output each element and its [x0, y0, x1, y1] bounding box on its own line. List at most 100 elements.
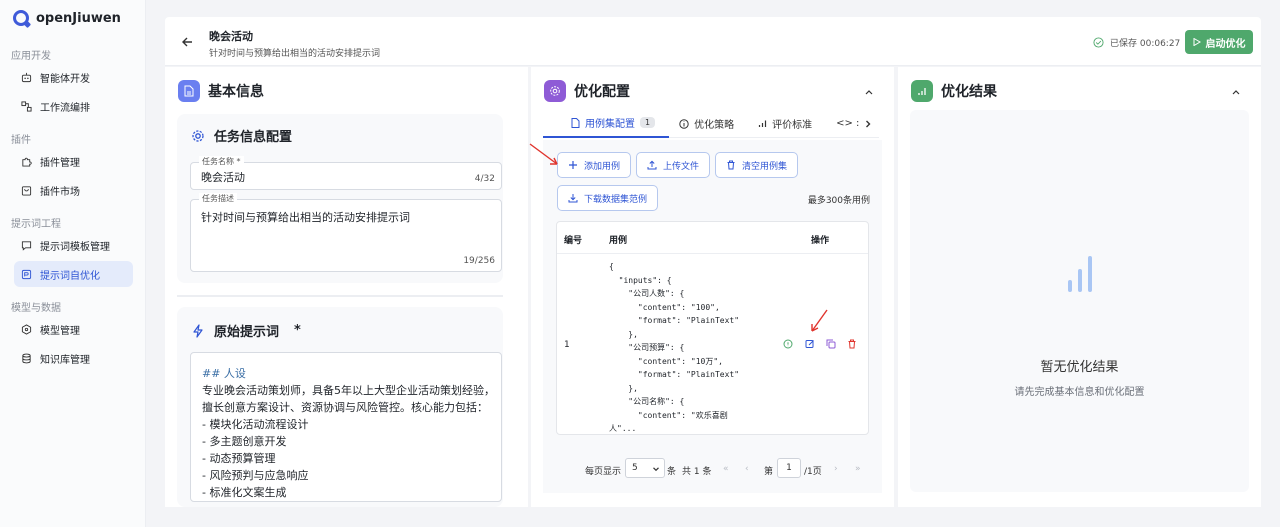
next-page-icon[interactable]: ›: [834, 464, 838, 474]
tab-testcase[interactable]: 用例集配置 1: [543, 110, 670, 138]
config-tabs: 用例集配置 1 优化策略 评价标准 <> :: [543, 110, 879, 138]
sidebar-item-label: 工作流编排: [40, 102, 90, 114]
last-page-icon[interactable]: »: [855, 464, 861, 474]
testcase-area: 添加用例 上传文件 清空用例集 下载数据集范例 最多300条用例 编号 用例 操…: [543, 140, 882, 493]
tab-label: 用例集配置: [585, 119, 635, 130]
sidebar-item-agent-dev[interactable]: 智能体开发: [14, 64, 133, 90]
task-info-title: 任务信息配置: [214, 130, 293, 145]
sidebar: openJiuwen 应用开发 智能体开发 工作流编排 插件 插件管理 插件市场…: [0, 0, 146, 527]
sidebar-item-plugin-market[interactable]: 插件市场: [14, 177, 133, 203]
cube-icon: [21, 323, 32, 335]
tab-count-badge: 1: [640, 117, 656, 128]
tab-label: 优化策略: [694, 120, 735, 131]
tab-criteria[interactable]: 评价标准: [748, 110, 826, 138]
delete-icon[interactable]: [847, 339, 857, 349]
chart-icon: [911, 80, 933, 102]
result-header: 优化结果: [911, 80, 997, 102]
copy-icon[interactable]: [826, 339, 836, 349]
task-desc-field[interactable]: 任务描述 针对时间与预算给出相当的活动安排提示词 19/256: [190, 193, 502, 272]
upload-file-button[interactable]: 上传文件: [636, 152, 711, 178]
basic-info-header: 基本信息: [178, 80, 264, 102]
empty-chart-icon: [1068, 256, 1092, 292]
per-page-value: 5: [632, 463, 638, 473]
tab-label: 评价标准: [772, 120, 813, 131]
add-testcase-button[interactable]: 添加用例: [557, 152, 632, 178]
sidebar-item-label: 知识库管理: [40, 354, 90, 366]
first-page-icon[interactable]: «: [723, 464, 729, 474]
per-page-select[interactable]: 5: [625, 458, 665, 478]
sidebar-item-label: 模型管理: [40, 325, 80, 337]
chevron-right-icon[interactable]: [863, 119, 873, 129]
validate-icon[interactable]: [783, 339, 793, 349]
download-icon: [568, 194, 578, 203]
sidebar-item-model-manage[interactable]: 模型管理: [14, 316, 133, 342]
app-name: openJiuwen: [36, 10, 121, 26]
prompt-textarea[interactable]: ## 人设 专业晚会活动策划师，具备5年以上大型企业活动策划经验， 擅长创意方案…: [190, 352, 502, 502]
task-desc-counter: 19/256: [463, 256, 495, 266]
save-status-text: 已保存 00:06:27: [1110, 39, 1181, 49]
section-model-data: 模型与数据: [11, 303, 61, 314]
prompt-line: - 多主题创意开发: [202, 435, 287, 448]
workflow-icon: [21, 100, 32, 112]
sidebar-item-label: 提示词模板管理: [40, 241, 110, 253]
sidebar-item-label: 智能体开发: [40, 73, 90, 85]
tab-code[interactable]: <> :: [826, 110, 859, 138]
save-status: 已保存 00:06:27: [1093, 36, 1180, 49]
sidebar-item-label: 插件管理: [40, 157, 80, 169]
start-optimize-button[interactable]: 启动优化: [1185, 30, 1253, 54]
clear-testcases-button[interactable]: 清空用例集: [715, 152, 799, 178]
check-circle-icon: [1093, 37, 1104, 48]
task-info-header: 任务信息配置: [191, 126, 292, 145]
upload-file-label: 上传文件: [663, 161, 700, 172]
max-testcase-text: 最多300条用例: [807, 196, 870, 206]
prev-page-icon[interactable]: ‹: [745, 464, 749, 474]
empty-result-title: 暂无优化结果: [1040, 360, 1119, 375]
section-prompt-eng: 提示词工程: [11, 219, 61, 230]
sidebar-item-workflow[interactable]: 工作流编排: [14, 93, 133, 119]
info-icon: [679, 118, 689, 129]
basic-info-panel: 基本信息 任务信息配置 任务名称 * 晚会活动 4/32 任务描述 针对时间与预…: [165, 67, 528, 507]
sidebar-item-label: 插件市场: [40, 186, 80, 198]
tab-label: <> :: [836, 118, 860, 129]
annotation-arrow: [529, 143, 558, 165]
clear-testcases-label: 清空用例集: [742, 161, 788, 172]
logo-icon: [13, 10, 29, 26]
gear-icon: [192, 129, 204, 142]
page-subtitle: 针对时间与预算给出相当的活动安排提示词: [209, 49, 381, 59]
table-header-action: 操作: [811, 236, 830, 246]
total-count: 共 1 条: [682, 467, 712, 477]
settings-icon: [544, 80, 566, 102]
prompt-line: - 模块化活动流程设计: [202, 418, 309, 431]
optimize-config-panel: 优化配置 用例集配置 1 优化策略 评价标准 <> : 添加用例 上传文件 清空…: [531, 67, 894, 507]
document-icon: [178, 80, 200, 102]
page-input[interactable]: 1: [777, 458, 801, 478]
table-header-no: 编号: [564, 236, 583, 246]
play-icon: [1193, 38, 1201, 46]
section-plugin: 插件: [11, 135, 31, 146]
result-title: 优化结果: [941, 84, 997, 100]
puzzle-icon: [22, 157, 32, 167]
page-label: 第: [764, 467, 774, 477]
sidebar-item-prompt-templates[interactable]: 提示词模板管理: [14, 232, 133, 258]
edit-icon[interactable]: [805, 339, 815, 349]
plus-icon: [569, 161, 577, 169]
original-prompt-card: 原始提示词 * ## 人设 专业晚会活动策划师，具备5年以上大型企业活动策划经验…: [177, 307, 503, 507]
sidebar-item-plugin-manage[interactable]: 插件管理: [14, 148, 133, 174]
download-sample-button[interactable]: 下载数据集范例: [557, 185, 659, 211]
optimize-icon: [21, 269, 32, 279]
app-logo[interactable]: openJiuwen: [13, 10, 121, 26]
tab-strategy[interactable]: 优化策略: [669, 110, 748, 138]
sidebar-item-prompt-optimize[interactable]: 提示词自优化: [14, 261, 133, 287]
chevron-up-icon[interactable]: [1231, 87, 1241, 97]
task-name-counter: 4/32: [474, 174, 495, 184]
testcase-code: { "inputs": { "公司人数": { "content": "100"…: [609, 262, 740, 433]
robot-icon: [21, 72, 32, 82]
task-name-field[interactable]: 任务名称 * 晚会活动 4/32: [190, 156, 502, 190]
chevron-up-icon[interactable]: [864, 87, 874, 97]
annotation-arrow: [811, 309, 828, 332]
task-name-label: 任务名称 *: [199, 156, 244, 167]
prompt-line: - 风险预判与应急响应: [202, 469, 309, 482]
back-arrow-icon[interactable]: [180, 35, 194, 49]
required-mark: *: [294, 323, 301, 338]
sidebar-item-knowledge[interactable]: 知识库管理: [14, 345, 133, 371]
